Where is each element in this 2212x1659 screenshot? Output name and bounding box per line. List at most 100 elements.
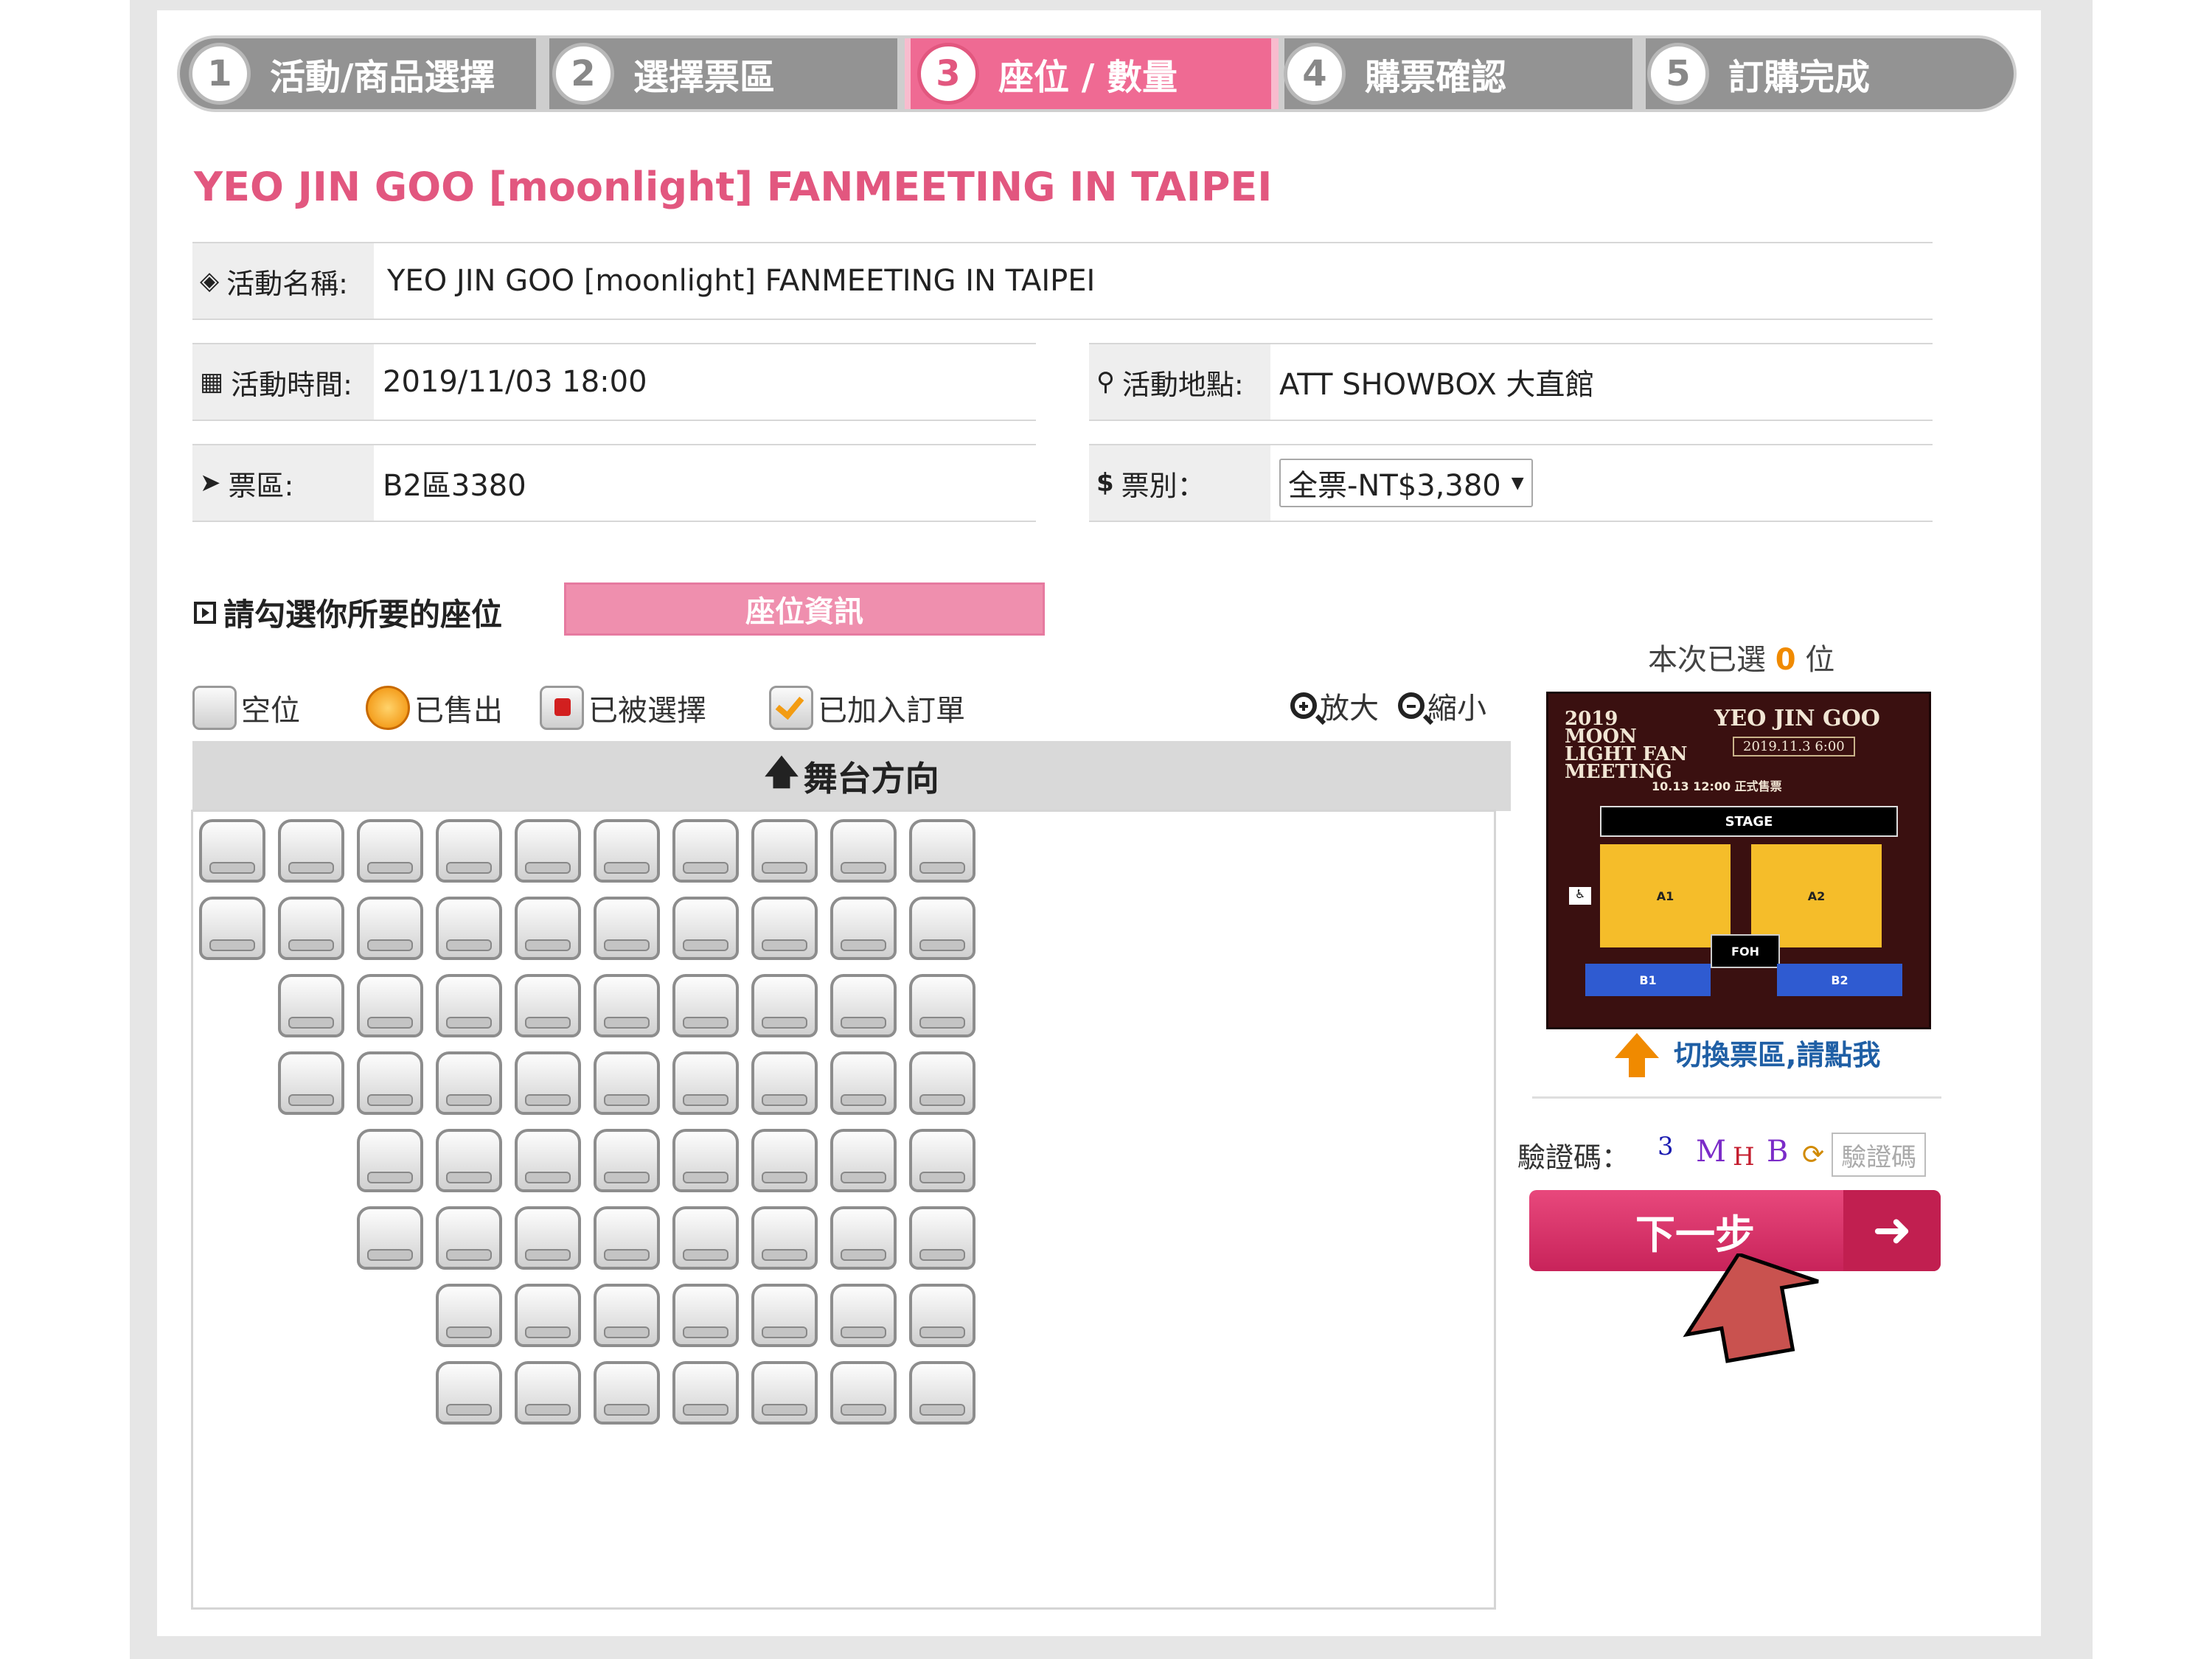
seat-map bbox=[191, 810, 1496, 1610]
seat[interactable] bbox=[436, 1361, 502, 1425]
seat[interactable] bbox=[357, 1206, 423, 1270]
seat[interactable] bbox=[357, 897, 423, 960]
seat[interactable] bbox=[436, 1051, 502, 1115]
seat[interactable] bbox=[672, 1206, 739, 1270]
seat[interactable] bbox=[515, 1361, 581, 1425]
captcha-row: 驗證碼： 3 M H B ⟳ 驗證碼 bbox=[1517, 1132, 1927, 1178]
seat[interactable] bbox=[594, 1206, 660, 1270]
seat[interactable] bbox=[515, 974, 581, 1037]
selected-count: 本次已選 0 位 bbox=[1648, 636, 1834, 678]
step-label: 選擇票區 bbox=[633, 57, 776, 98]
ticket-area-label-cell: ➤ 票區: bbox=[192, 445, 374, 521]
seat[interactable] bbox=[672, 1129, 739, 1192]
seat[interactable] bbox=[199, 897, 265, 960]
seat[interactable] bbox=[830, 1361, 897, 1425]
seat[interactable] bbox=[278, 819, 344, 883]
seat[interactable] bbox=[830, 819, 897, 883]
seat[interactable] bbox=[909, 1051, 975, 1115]
seat[interactable] bbox=[515, 1129, 581, 1192]
seat[interactable] bbox=[357, 1129, 423, 1192]
seat[interactable] bbox=[436, 1284, 502, 1347]
seat[interactable] bbox=[909, 819, 975, 883]
step-number: 5 bbox=[1647, 43, 1709, 105]
seat[interactable] bbox=[672, 819, 739, 883]
captcha-input[interactable]: 驗證碼 bbox=[1832, 1133, 1927, 1177]
seat[interactable] bbox=[909, 897, 975, 960]
seat[interactable] bbox=[909, 974, 975, 1037]
step-number: 1 bbox=[189, 43, 251, 105]
seat[interactable] bbox=[751, 1206, 818, 1270]
seat[interactable] bbox=[672, 1051, 739, 1115]
seat[interactable] bbox=[594, 974, 660, 1037]
seat[interactable] bbox=[436, 819, 502, 883]
seat[interactable] bbox=[357, 974, 423, 1037]
seat[interactable] bbox=[278, 974, 344, 1037]
divider bbox=[1532, 1096, 1941, 1099]
zoom-out-control[interactable]: 縮小 bbox=[1398, 684, 1486, 727]
ticket-type-row: $ 票別： 全票-NT$3,380 ▼ bbox=[1089, 444, 1933, 522]
seat[interactable] bbox=[830, 897, 897, 960]
seat[interactable] bbox=[830, 1284, 897, 1347]
seat[interactable] bbox=[594, 1284, 660, 1347]
zoom-in-control[interactable]: 放大 bbox=[1290, 684, 1379, 727]
refresh-icon[interactable]: ⟳ bbox=[1802, 1140, 1824, 1170]
empty-seat-icon bbox=[192, 686, 237, 730]
event-time-label-cell: ▦ 活動時間: bbox=[192, 344, 374, 420]
zoom-out-icon bbox=[1398, 692, 1425, 719]
arrow-up-icon bbox=[1615, 1032, 1659, 1077]
seat[interactable] bbox=[672, 1284, 739, 1347]
seat[interactable] bbox=[830, 1051, 897, 1115]
seat[interactable] bbox=[594, 1361, 660, 1425]
seat[interactable] bbox=[357, 1051, 423, 1115]
calendar-icon: ▦ bbox=[200, 367, 224, 397]
seat[interactable] bbox=[515, 1051, 581, 1115]
seat[interactable] bbox=[751, 1284, 818, 1347]
seat[interactable] bbox=[515, 819, 581, 883]
seat[interactable] bbox=[278, 897, 344, 960]
seat[interactable] bbox=[594, 897, 660, 960]
step-separator bbox=[1271, 38, 1284, 109]
seat-info-button[interactable]: 座位資訊 bbox=[564, 582, 1045, 636]
seat[interactable] bbox=[909, 1361, 975, 1425]
seat[interactable] bbox=[751, 1361, 818, 1425]
seat[interactable] bbox=[594, 1129, 660, 1192]
seat[interactable] bbox=[594, 1051, 660, 1115]
seat[interactable] bbox=[515, 897, 581, 960]
legend-taken-label: 已被選擇 bbox=[588, 694, 706, 728]
captcha-char: H bbox=[1733, 1142, 1755, 1172]
seat[interactable] bbox=[436, 1129, 502, 1192]
seat[interactable] bbox=[830, 1129, 897, 1192]
captcha-image: 3 M H B bbox=[1643, 1132, 1798, 1178]
arrow-up-icon: 🡅 bbox=[764, 751, 799, 792]
captcha-char: 3 bbox=[1658, 1132, 1674, 1161]
switch-area-link[interactable]: 切換票區,請點我 bbox=[1615, 1032, 1881, 1077]
seat[interactable] bbox=[672, 1361, 739, 1425]
seat[interactable] bbox=[436, 897, 502, 960]
seat[interactable] bbox=[751, 819, 818, 883]
checked-seat-icon bbox=[769, 686, 813, 730]
seat[interactable] bbox=[594, 819, 660, 883]
seat[interactable] bbox=[436, 1206, 502, 1270]
seat[interactable] bbox=[909, 1284, 975, 1347]
seat[interactable] bbox=[199, 819, 265, 883]
seat[interactable] bbox=[751, 897, 818, 960]
seat[interactable] bbox=[909, 1129, 975, 1192]
seat[interactable] bbox=[672, 974, 739, 1037]
legend-sold: 已售出 bbox=[366, 686, 503, 730]
seat[interactable] bbox=[751, 1129, 818, 1192]
seat[interactable] bbox=[278, 1051, 344, 1115]
seat[interactable] bbox=[672, 897, 739, 960]
switch-area-label: 切換票區,請點我 bbox=[1674, 1039, 1881, 1071]
seat[interactable] bbox=[751, 974, 818, 1037]
seat[interactable] bbox=[830, 974, 897, 1037]
step-number: 4 bbox=[1284, 43, 1346, 105]
legend-added-label: 已加入訂單 bbox=[818, 694, 965, 728]
seat[interactable] bbox=[436, 974, 502, 1037]
seat[interactable] bbox=[830, 1206, 897, 1270]
seat[interactable] bbox=[357, 819, 423, 883]
seat[interactable] bbox=[909, 1206, 975, 1270]
seat[interactable] bbox=[515, 1284, 581, 1347]
ticket-type-select[interactable]: 全票-NT$3,380 ▼ bbox=[1279, 459, 1533, 507]
seat[interactable] bbox=[515, 1206, 581, 1270]
seat[interactable] bbox=[751, 1051, 818, 1115]
